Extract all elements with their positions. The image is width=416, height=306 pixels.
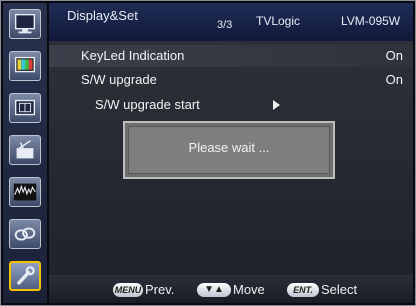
main-panel: Display&Set 3/3 TVLogic LVM-095W KeyLed … (49, 3, 413, 303)
menu-item-label: S/W upgrade (81, 72, 157, 87)
move-key-icon: ▼▲ (197, 283, 231, 297)
sidebar-item-audio[interactable] (9, 135, 41, 165)
sidebar-item-setup[interactable] (9, 261, 41, 291)
header-bar: Display&Set 3/3 TVLogic LVM-095W (49, 3, 413, 41)
wrench-icon (17, 266, 35, 285)
menu-item-label: S/W upgrade start (95, 97, 200, 112)
brand-label: TVLogic (256, 14, 301, 28)
menu-item-sw-upgrade[interactable]: S/W upgrade On (49, 69, 413, 91)
enter-key-label: Select (321, 282, 358, 297)
page-indicator: 3/3 (217, 19, 233, 31)
marker-icon (14, 99, 36, 116)
osd-frame: Display&Set 3/3 TVLogic LVM-095W KeyLed … (0, 0, 416, 306)
sidebar-item-waveform[interactable] (9, 177, 41, 207)
menu-key-icon: MENU (113, 283, 143, 297)
menu-key-label: Prev. (145, 282, 175, 297)
sidebar-item-picture[interactable] (9, 51, 41, 81)
sidebar-item-marker[interactable] (9, 93, 41, 123)
sidebar-item-display[interactable] (9, 9, 41, 39)
dialog-inner: Please wait ... (128, 126, 330, 174)
menu-item-value: On (385, 48, 403, 63)
waveform-icon (13, 183, 37, 201)
menu-item-keyled[interactable]: KeyLed Indication On (49, 45, 413, 67)
enter-key-icon: ENT. (287, 283, 319, 297)
audio-icon (16, 140, 34, 159)
move-key-label: Move (233, 282, 265, 297)
model-label: LVM-095W (341, 14, 401, 28)
menu-title: Display&Set (67, 8, 138, 23)
monitor-icon (14, 13, 36, 34)
dialog-message: Please wait ... (188, 140, 270, 155)
sidebar (3, 3, 47, 303)
menu-item-sw-upgrade-start[interactable]: S/W upgrade start (49, 94, 413, 116)
submenu-arrow-icon (273, 100, 280, 110)
footer-bar: MENU Prev. ▼▲ Move ENT. Select (49, 275, 413, 303)
sidebar-item-link[interactable] (9, 219, 41, 249)
color-picture-icon (14, 56, 36, 73)
wait-dialog: Please wait ... (123, 121, 335, 179)
menu-item-value: On (385, 72, 403, 87)
link-icon (14, 227, 36, 241)
menu-item-label: KeyLed Indication (81, 48, 185, 63)
